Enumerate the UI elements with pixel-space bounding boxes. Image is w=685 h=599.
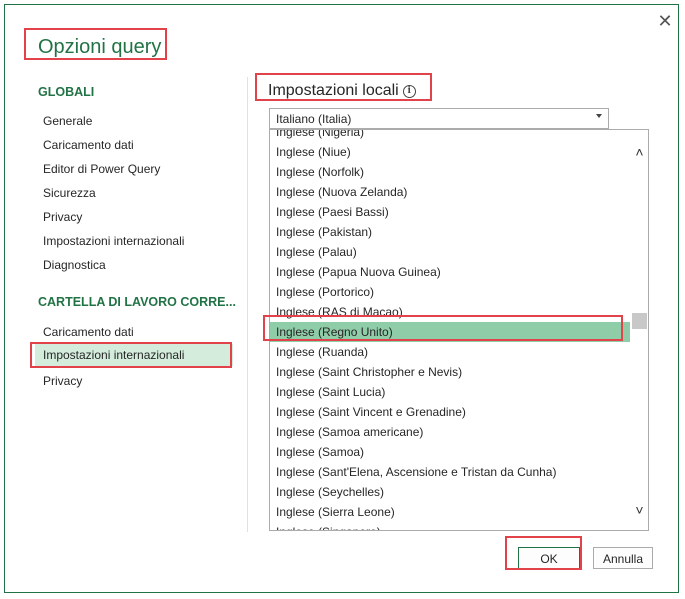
- sidebar-item-privacy[interactable]: Privacy: [43, 210, 82, 224]
- list-item[interactable]: Inglese (Nigeria): [270, 130, 630, 142]
- sidebar-header-cartella: CARTELLA DI LAVORO CORRE...: [38, 295, 236, 309]
- sidebar-item-wb-caricamento-dati[interactable]: Caricamento dati: [43, 325, 134, 339]
- list-item[interactable]: Inglese (Ruanda): [270, 342, 630, 362]
- close-icon[interactable]: ✕: [655, 11, 675, 31]
- list-item[interactable]: Inglese (Samoa americane): [270, 422, 630, 442]
- info-icon[interactable]: i: [402, 85, 416, 98]
- listbox-scrollbar[interactable]: ˄ ˅: [631, 130, 648, 530]
- locale-list: Inglese (Nigeria) Inglese (Niue) Inglese (…: [270, 130, 630, 530]
- chevron-down-icon[interactable]: ˅: [631, 500, 648, 520]
- section-title: Impostazioni locali i: [268, 82, 416, 100]
- dialog-title: Opzioni query: [38, 36, 162, 58]
- section-title-label: Impostazioni locali: [268, 82, 399, 99]
- list-item[interactable]: Inglese (Sant'Elena, Ascensione e Trista…: [270, 462, 630, 482]
- list-item[interactable]: Inglese (Sierra Leone): [270, 502, 630, 522]
- list-item[interactable]: Inglese (Portorico): [270, 282, 630, 302]
- locale-select-value: Italiano (Italia): [276, 112, 352, 126]
- cancel-button[interactable]: Annulla: [593, 547, 653, 569]
- query-options-dialog: ✕ Opzioni query GLOBALI Generale Caricam…: [4, 4, 679, 593]
- list-item[interactable]: Inglese (Norfolk): [270, 162, 630, 182]
- list-item[interactable]: Inglese (Niue): [270, 142, 630, 162]
- sidebar-item-caricamento-dati[interactable]: Caricamento dati: [43, 138, 134, 152]
- locale-listbox[interactable]: Inglese (Nigeria) Inglese (Niue) Inglese (…: [269, 129, 649, 531]
- list-item[interactable]: Inglese (Saint Lucia): [270, 382, 630, 402]
- list-item[interactable]: Inglese (Seychelles): [270, 482, 630, 502]
- list-item[interactable]: Inglese (Pakistan): [270, 222, 630, 242]
- sidebar-item-editor-power-query[interactable]: Editor di Power Query: [43, 162, 160, 176]
- list-item[interactable]: Inglese (Saint Christopher e Nevis): [270, 362, 630, 382]
- sidebar-item-wb-privacy[interactable]: Privacy: [43, 374, 82, 388]
- list-item[interactable]: Inglese (Saint Vincent e Grenadine): [270, 402, 630, 422]
- sidebar-item-impostazioni-internazionali[interactable]: Impostazioni internazionali: [43, 234, 184, 248]
- list-item[interactable]: Inglese (Samoa): [270, 442, 630, 462]
- sidebar-item-wb-impostazioni-internazionali[interactable]: Impostazioni internazionali: [35, 344, 233, 366]
- chevron-down-icon: [596, 114, 602, 118]
- ok-button[interactable]: OK: [518, 547, 580, 569]
- locale-select[interactable]: Italiano (Italia): [269, 108, 609, 129]
- panel-divider: [247, 77, 248, 532]
- sidebar-item-generale[interactable]: Generale: [43, 114, 92, 128]
- list-item[interactable]: Inglese (Papua Nuova Guinea): [270, 262, 630, 282]
- list-item[interactable]: Inglese (Paesi Bassi): [270, 202, 630, 222]
- list-item[interactable]: Inglese (Nuova Zelanda): [270, 182, 630, 202]
- sidebar-item-diagnostica[interactable]: Diagnostica: [43, 258, 106, 272]
- list-item[interactable]: Inglese (RAS di Macao): [270, 302, 630, 322]
- chevron-up-icon[interactable]: ˄: [631, 142, 648, 162]
- sidebar-item-sicurezza[interactable]: Sicurezza: [43, 186, 96, 200]
- list-item[interactable]: Inglese (Singapore): [270, 522, 630, 530]
- list-item[interactable]: Inglese (Regno Unito): [270, 322, 630, 342]
- scrollbar-thumb[interactable]: [632, 313, 647, 329]
- sidebar-header-globali: GLOBALI: [38, 85, 95, 99]
- list-item[interactable]: Inglese (Palau): [270, 242, 630, 262]
